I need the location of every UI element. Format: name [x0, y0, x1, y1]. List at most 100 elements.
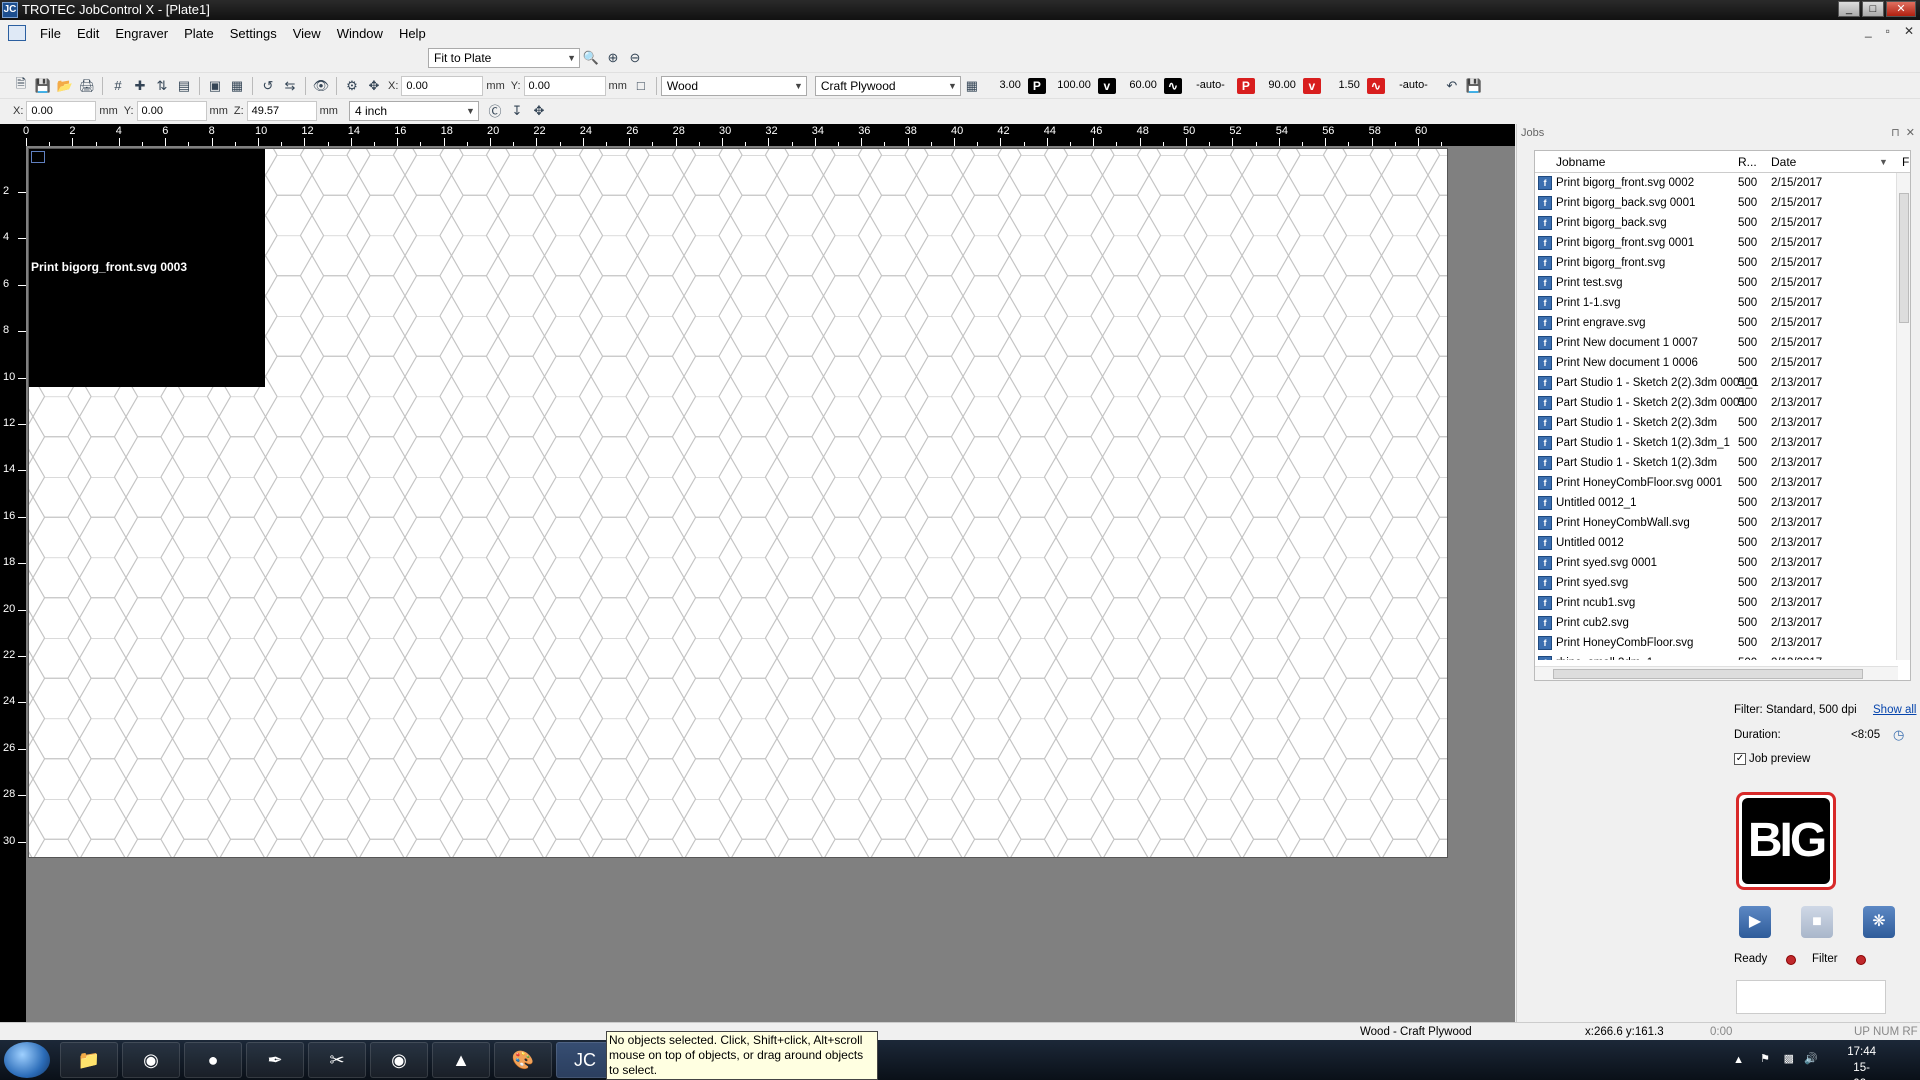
job-row[interactable]: f Print bigorg_front.svg 0002 500 2/15/2017 [1535, 173, 1910, 193]
jobs-list[interactable]: Jobname R... Date ▼ F f Print bigorg_fron… [1534, 150, 1911, 681]
autofocus-icon[interactable]: Ⓒ [485, 101, 505, 121]
save-settings-icon[interactable]: 💾 [1464, 76, 1484, 96]
stop-button[interactable]: ■ [1801, 906, 1833, 938]
position-icon[interactable]: ✚ [130, 76, 150, 96]
size-icon[interactable]: □ [631, 76, 651, 96]
job-row[interactable]: f Print syed.svg 0001 500 2/13/2017 [1535, 553, 1910, 573]
engrave-ppi-value[interactable]: -auto- [1185, 76, 1229, 96]
job-preview-checkbox[interactable]: ✓ [1734, 753, 1746, 765]
job-row[interactable]: f Untitled 0012 500 2/13/2017 [1535, 533, 1910, 553]
menu-view[interactable]: View [285, 26, 329, 41]
engrave-power-value[interactable]: 100.00 [1049, 76, 1095, 96]
cut-ppi-value[interactable]: -auto- [1388, 76, 1432, 96]
print-icon[interactable]: 🖨 [77, 76, 97, 96]
job-row[interactable]: f Print ncub1.svg 500 2/13/2017 [1535, 593, 1910, 613]
job-row[interactable]: f Print bigorg_back.svg 500 2/15/2017 [1535, 213, 1910, 233]
job-row[interactable]: f Part Studio 1 - Sketch 2(2).3dm 500 2/13/… [1535, 413, 1910, 433]
job-row[interactable]: f Print HoneyCombFloor.svg 500 2/13/2017 [1535, 633, 1910, 653]
tray-arrow-icon[interactable]: ▲ [1733, 1054, 1744, 1066]
column-extra[interactable]: F [1902, 151, 1909, 173]
material-select[interactable]: Craft Plywood ▼ [814, 75, 961, 96]
minimize-button[interactable]: _ [1838, 1, 1860, 17]
open-icon[interactable]: 📂 [55, 76, 75, 96]
tool-icon[interactable]: ✂ [308, 1042, 366, 1078]
job-row[interactable]: f Part Studio 1 - Sketch 1(2).3dm_1 500 2/1… [1535, 433, 1910, 453]
job-row[interactable]: f Print New document 1 0007 500 2/15/2017 [1535, 333, 1910, 353]
job-row[interactable]: f Print HoneyCombFloor.svg 0001 500 2/13/20… [1535, 473, 1910, 493]
network-icon[interactable]: ▩ [1784, 1052, 1794, 1065]
menu-window[interactable]: Window [329, 26, 391, 41]
job-row[interactable]: f Print bigorg_front.svg 0001 500 2/15/2017 [1535, 233, 1910, 253]
jobs-horizontal-scrollbar[interactable] [1535, 666, 1898, 680]
job-row[interactable]: f rhino_small.3dm_1 500 2/13/2017 [1535, 653, 1910, 660]
menu-edit[interactable]: Edit [69, 26, 107, 41]
distribute-icon[interactable]: ▤ [174, 76, 194, 96]
play-button[interactable]: ▶ [1739, 906, 1771, 938]
mirror-icon[interactable]: ⇆ [280, 76, 300, 96]
eye-icon[interactable]: 👁 [311, 76, 331, 96]
job-row[interactable]: f Print cub2.svg 500 2/13/2017 [1535, 613, 1910, 633]
grid-icon[interactable]: # [108, 76, 128, 96]
xyz-icon[interactable]: ✥ [529, 101, 549, 121]
cut-power-value[interactable]: 90.00 [1258, 76, 1300, 96]
jobs-vertical-scrollbar[interactable] [1896, 173, 1910, 660]
menu-engraver[interactable]: Engraver [107, 26, 176, 41]
pin-icon[interactable]: ⊓ [1891, 127, 1900, 139]
document-icon[interactable] [8, 25, 26, 41]
engraver-z-input[interactable]: 49.57 [246, 100, 317, 121]
undo-icon[interactable]: ↶ [1442, 76, 1462, 96]
column-jobname[interactable]: Jobname [1556, 151, 1605, 173]
job-row[interactable]: f Untitled 0012_1 500 2/13/2017 [1535, 493, 1910, 513]
close-button[interactable]: ✕ [1886, 1, 1916, 17]
job-row[interactable]: f Print bigorg_front.svg 500 2/15/2017 [1535, 253, 1910, 273]
job-row[interactable]: f Print syed.svg 500 2/13/2017 [1535, 573, 1910, 593]
engraver-x-input[interactable]: 0.00 [26, 100, 97, 121]
job-row[interactable]: f Print New document 1 0006 500 2/15/2017 [1535, 353, 1910, 373]
chrome-icon[interactable]: ◉ [122, 1042, 180, 1078]
zoom-icon[interactable]: 🔍 [581, 48, 601, 68]
save-icon[interactable]: 💾 [33, 76, 53, 96]
job-row[interactable]: f Print engrave.svg 500 2/15/2017 [1535, 313, 1910, 333]
start-button[interactable] [4, 1042, 50, 1078]
job-row[interactable]: f Part Studio 1 - Sketch 2(2).3dm 0001_1 5… [1535, 373, 1910, 393]
inkscape-icon[interactable]: ✒ [246, 1042, 304, 1078]
align-icon[interactable]: ⇅ [152, 76, 172, 96]
zoom-in-icon[interactable]: ⊕ [603, 48, 623, 68]
menu-file[interactable]: File [32, 26, 69, 41]
column-resolution[interactable]: R... [1738, 151, 1757, 173]
mdi-restore-button[interactable]: ▫ [1886, 24, 1890, 38]
rotate-icon[interactable]: ↺ [258, 76, 278, 96]
dxf-icon[interactable]: ▲ [432, 1042, 490, 1078]
menu-plate[interactable]: Plate [176, 26, 222, 41]
menu-settings[interactable]: Settings [222, 26, 285, 41]
zoom-out-icon[interactable]: ⊖ [625, 48, 645, 68]
column-date[interactable]: Date [1771, 151, 1796, 173]
plate-canvas[interactable]: Print bigorg_front.svg 0003 [28, 148, 1448, 858]
menu-help[interactable]: Help [391, 26, 434, 41]
job-row[interactable]: f Print 1-1.svg 500 2/15/2017 [1535, 293, 1910, 313]
thickness-value[interactable]: 3.00 [983, 76, 1025, 96]
engraver-y-input[interactable]: 0.00 [136, 100, 207, 121]
move-icon[interactable]: ✥ [364, 76, 384, 96]
x-position-input[interactable]: 0.00 [401, 75, 484, 96]
job-row[interactable]: f Print test.svg 500 2/15/2017 [1535, 273, 1910, 293]
firefox-icon[interactable]: ● [184, 1042, 242, 1078]
job-row[interactable]: f Print bigorg_back.svg 0001 500 2/15/2017 [1535, 193, 1910, 213]
maximize-button[interactable]: □ [1862, 1, 1884, 17]
arrange-icon[interactable]: ▦ [227, 76, 247, 96]
new-file-icon[interactable]: 🗎 [11, 76, 31, 96]
y-position-input[interactable]: 0.00 [523, 75, 606, 96]
workspace[interactable]: Print bigorg_front.svg 0003 [26, 146, 1515, 1022]
job-row[interactable]: f Print HoneyCombWall.svg 500 2/13/2017 [1535, 513, 1910, 533]
job-row[interactable]: f Part Studio 1 - Sketch 2(2).3dm 0001 500… [1535, 393, 1910, 413]
job-on-plate[interactable]: Print bigorg_front.svg 0003 [29, 149, 265, 387]
message-box[interactable] [1736, 980, 1886, 1014]
scroll-thumb[interactable] [1899, 193, 1909, 323]
focus-z-icon[interactable]: ↧ [507, 101, 527, 121]
engrave-velocity-value[interactable]: 60.00 [1119, 76, 1161, 96]
mdi-close-button[interactable]: ✕ [1904, 24, 1914, 38]
gear-icon[interactable]: ⚙ [342, 76, 362, 96]
mdi-minimize-button[interactable]: _ [1865, 24, 1872, 38]
chrome-icon[interactable]: ◉ [370, 1042, 428, 1078]
paint-icon[interactable]: 🎨 [494, 1042, 552, 1078]
